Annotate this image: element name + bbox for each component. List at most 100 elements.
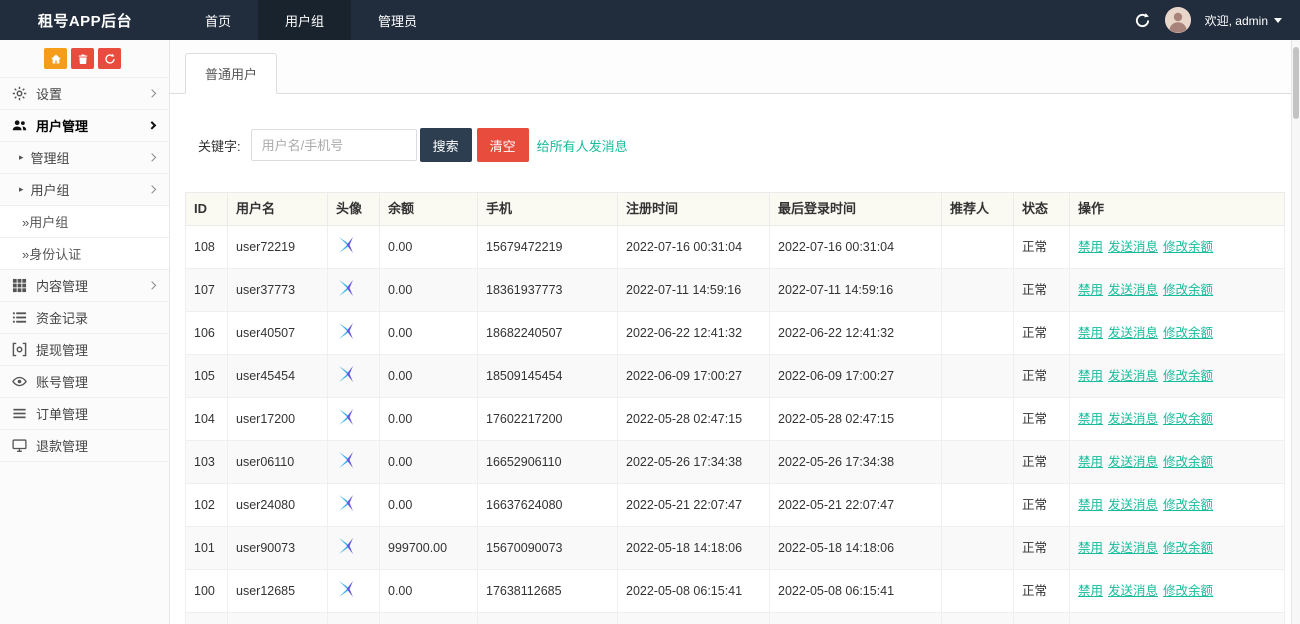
table-body: 108user722190.00156794722192022-07-16 00… [186, 226, 1285, 624]
send-message-link[interactable]: 发送消息 [1108, 498, 1158, 512]
cell-reg-time: 2022-05-26 17:34:38 [618, 441, 770, 484]
cell-reg-time: 2022-05-21 22:07:47 [618, 484, 770, 527]
search-toolbar: 关键字: 搜索 清空 给所有人发消息 [198, 128, 1285, 162]
sidebar-item-user-management[interactable]: 用户管理 [0, 110, 169, 142]
user-avatar-icon [336, 536, 356, 556]
cell-id: 99 [186, 613, 228, 624]
disable-link[interactable]: 禁用 [1078, 283, 1103, 297]
cell-id: 105 [186, 355, 228, 398]
disable-link[interactable]: 禁用 [1078, 541, 1103, 555]
broadcast-message-link[interactable]: 给所有人发消息 [537, 136, 628, 155]
tab-regular-users[interactable]: 普通用户 [185, 53, 277, 94]
cell-status: 正常 [1014, 613, 1070, 624]
cell-phone: 16652906110 [478, 441, 618, 484]
modify-balance-link[interactable]: 修改余额 [1163, 412, 1213, 426]
sidebar-item-account-management[interactable]: 账号管理 [0, 366, 169, 398]
nav-item-user-groups[interactable]: 用户组 [258, 0, 351, 40]
cell-status: 正常 [1014, 527, 1070, 570]
cell-avatar [328, 527, 380, 570]
trash-button[interactable] [71, 48, 94, 69]
cell-status: 正常 [1014, 441, 1070, 484]
cell-last-login: 2022-05-18 14:18:06 [770, 527, 942, 570]
sidebar-item-user-group[interactable]: ▸用户组 [0, 174, 169, 206]
triangle-right-icon: ▸ [19, 184, 24, 195]
modify-balance-link[interactable]: 修改余额 [1163, 369, 1213, 383]
sidebar-item-admin-group[interactable]: ▸管理组 [0, 142, 169, 174]
sidebar-item-refund-management[interactable]: 退款管理 [0, 430, 169, 462]
cell-avatar [328, 355, 380, 398]
send-message-link[interactable]: 发送消息 [1108, 455, 1158, 469]
sidebar: 设置用户管理 ▸管理组▸用户组»用户组 »身份认证内容管理资金记录提现管理账号管理订… [0, 40, 170, 624]
sidebar-item-content-management[interactable]: 内容管理 [0, 270, 169, 302]
cell-balance: 0.00 [380, 570, 478, 613]
table-row: 104user172000.00176022172002022-05-28 02… [186, 398, 1285, 441]
home-button[interactable] [44, 48, 67, 69]
cell-reg-time: 2022-05-08 06:15:41 [618, 570, 770, 613]
nav-item-home[interactable]: 首页 [178, 0, 258, 40]
sidebar-item-label: »身份认证 [22, 244, 81, 263]
refresh-icon[interactable] [1134, 12, 1151, 29]
cell-reg-time: 2022-06-09 17:00:27 [618, 355, 770, 398]
disable-link[interactable]: 禁用 [1078, 498, 1103, 512]
send-message-link[interactable]: 发送消息 [1108, 283, 1158, 297]
sidebar-item-user-group-sub[interactable]: »用户组 [0, 206, 169, 238]
modify-balance-link[interactable]: 修改余额 [1163, 326, 1213, 340]
user-avatar-icon [336, 278, 356, 298]
cell-avatar [328, 398, 380, 441]
modify-balance-link[interactable]: 修改余额 [1163, 584, 1213, 598]
scrollbar-thumb[interactable] [1293, 47, 1299, 119]
disable-link[interactable]: 禁用 [1078, 326, 1103, 340]
send-message-link[interactable]: 发送消息 [1108, 541, 1158, 555]
avatar[interactable] [1165, 7, 1191, 33]
disable-link[interactable]: 禁用 [1078, 455, 1103, 469]
send-message-link[interactable]: 发送消息 [1108, 369, 1158, 383]
cell-referrer [942, 312, 1014, 355]
cell-username: user40507 [228, 312, 328, 355]
cell-referrer [942, 570, 1014, 613]
cell-id: 100 [186, 570, 228, 613]
monitor-icon [12, 438, 27, 453]
table-row: 108user722190.00156794722192022-07-16 00… [186, 226, 1285, 269]
sidebar-item-identity-verification[interactable]: »身份认证 [0, 238, 169, 270]
modify-balance-link[interactable]: 修改余额 [1163, 541, 1213, 555]
modify-balance-link[interactable]: 修改余额 [1163, 498, 1213, 512]
cell-balance: 0.00 [380, 484, 478, 527]
search-input[interactable] [251, 129, 417, 161]
caret-down-icon [1274, 18, 1282, 23]
send-message-link[interactable]: 发送消息 [1108, 326, 1158, 340]
send-message-link[interactable]: 发送消息 [1108, 584, 1158, 598]
sidebar-item-withdrawal-management[interactable]: 提现管理 [0, 334, 169, 366]
cell-phone: 16637624080 [478, 484, 618, 527]
sidebar-item-label: 用户管理 [36, 116, 88, 135]
app-title: 租号APP后台 [0, 0, 170, 40]
cell-last-login: 2022-05-28 02:47:15 [770, 398, 942, 441]
sidebar-item-fund-records[interactable]: 资金记录 [0, 302, 169, 334]
disable-link[interactable]: 禁用 [1078, 369, 1103, 383]
cell-phone: 18682240507 [478, 312, 618, 355]
user-avatar-icon [336, 579, 356, 599]
cell-last-login: 2022-05-21 22:07:47 [770, 484, 942, 527]
cell-operations: 禁用发送消息修改余额 [1070, 398, 1285, 441]
disable-link[interactable]: 禁用 [1078, 584, 1103, 598]
cell-phone: 13175727979 [478, 613, 618, 624]
refresh-button[interactable] [98, 48, 121, 69]
send-message-link[interactable]: 发送消息 [1108, 412, 1158, 426]
nav-item-admins[interactable]: 管理员 [351, 0, 444, 40]
search-button[interactable]: 搜索 [420, 128, 472, 162]
user-menu[interactable]: 欢迎, admin [1205, 12, 1282, 29]
sidebar-item-order-management[interactable]: 订单管理 [0, 398, 169, 430]
disable-link[interactable]: 禁用 [1078, 412, 1103, 426]
disable-link[interactable]: 禁用 [1078, 240, 1103, 254]
sidebar-item-settings[interactable]: 设置 [0, 78, 169, 110]
cell-referrer [942, 269, 1014, 312]
cell-username: user90073 [228, 527, 328, 570]
modify-balance-link[interactable]: 修改余额 [1163, 283, 1213, 297]
modify-balance-link[interactable]: 修改余额 [1163, 455, 1213, 469]
clear-button[interactable]: 清空 [477, 128, 529, 162]
cell-avatar [328, 269, 380, 312]
vertical-scrollbar[interactable] [1291, 40, 1300, 624]
column-header: 余额 [380, 193, 478, 226]
modify-balance-link[interactable]: 修改余额 [1163, 240, 1213, 254]
cell-balance: 0.00 [380, 613, 478, 624]
send-message-link[interactable]: 发送消息 [1108, 240, 1158, 254]
